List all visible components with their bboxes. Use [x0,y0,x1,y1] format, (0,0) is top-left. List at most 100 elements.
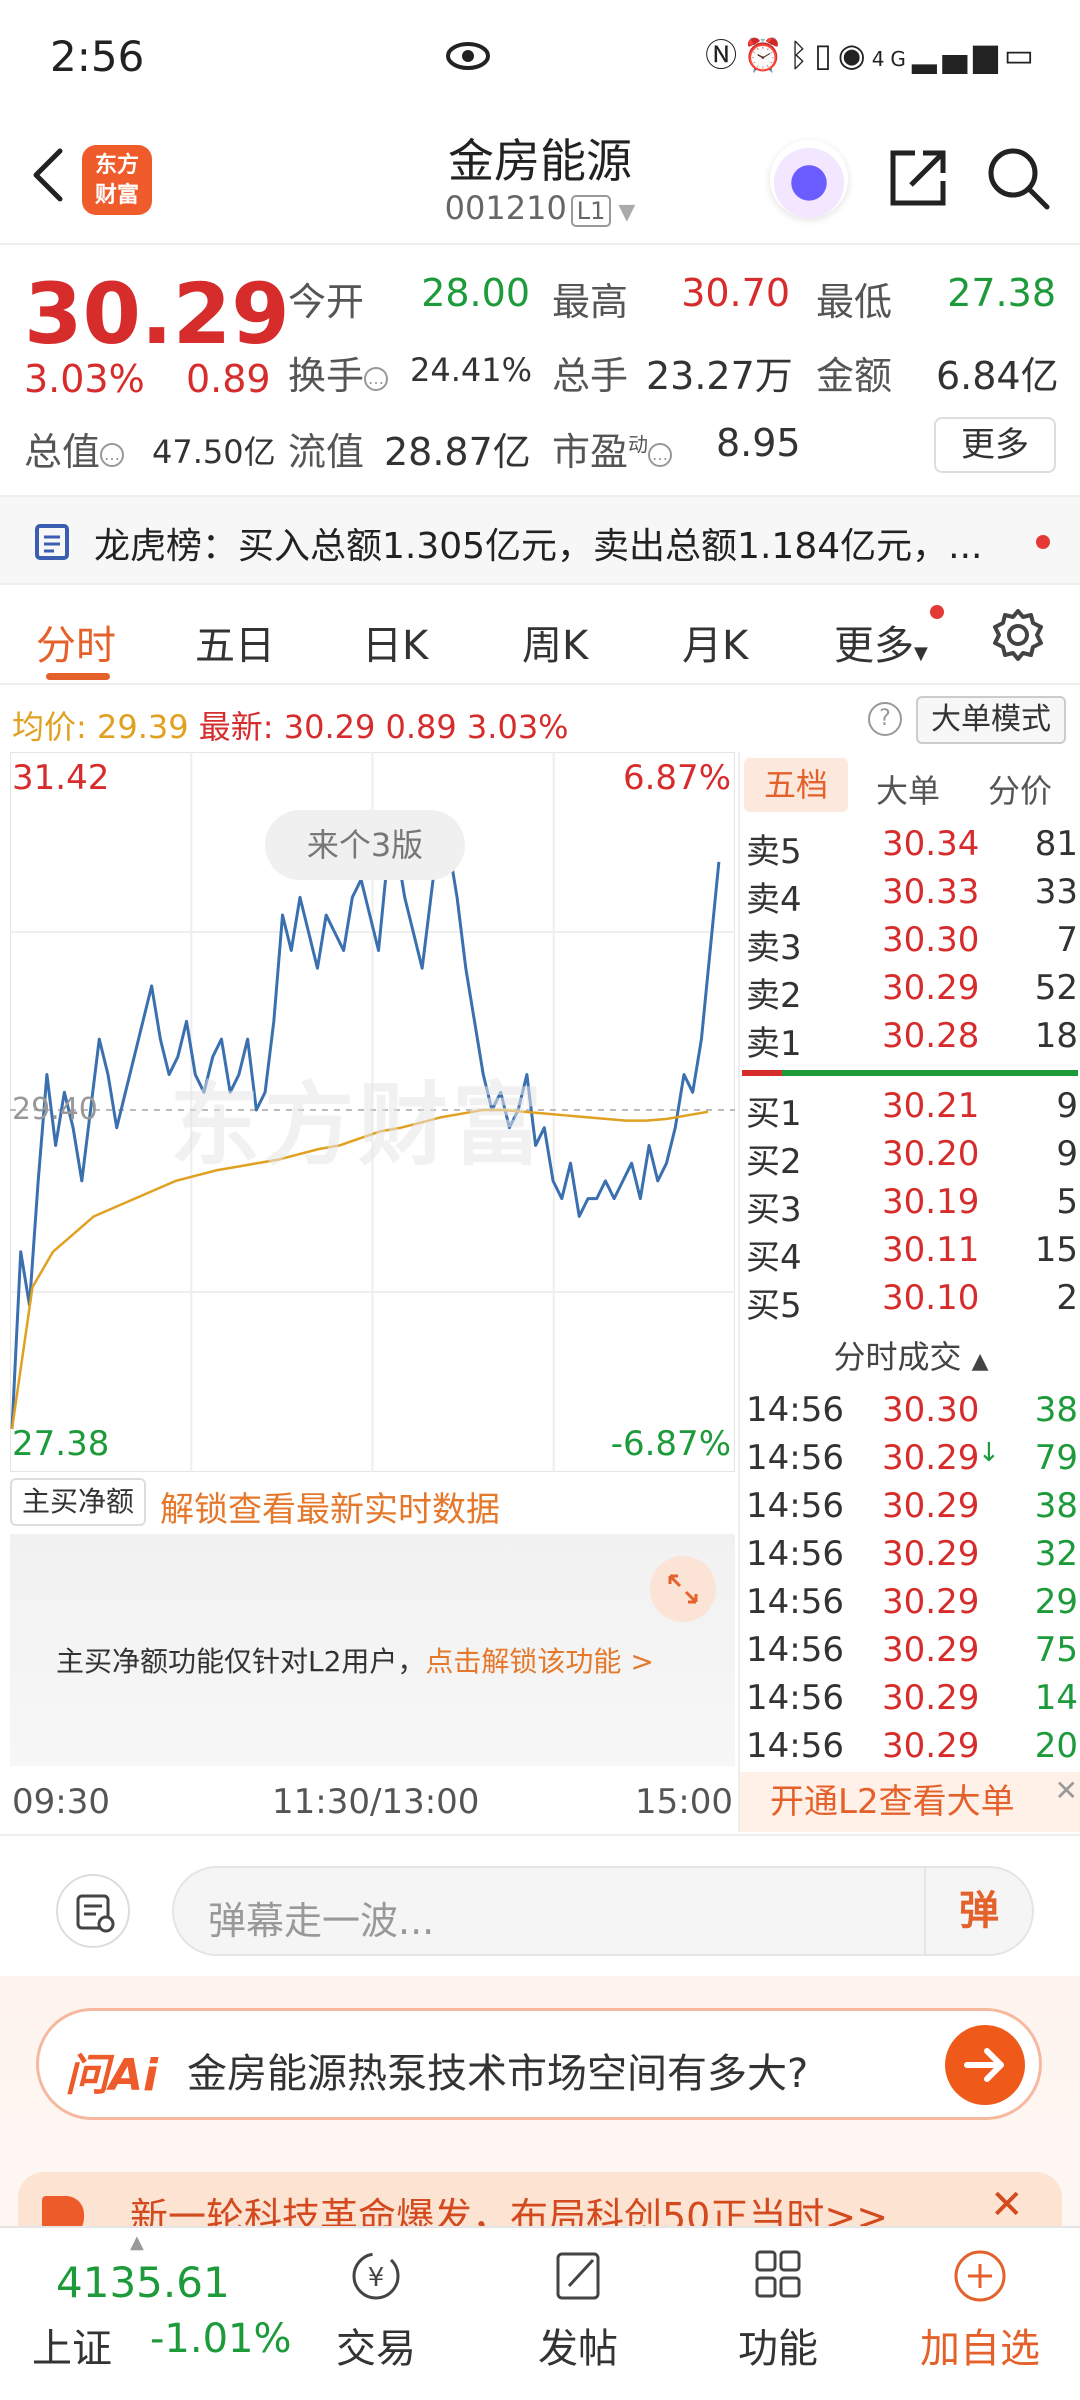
alarm-icon: ⏰ [743,36,789,74]
float-value: 28.87亿 [384,430,531,474]
danmu-bubble: 来个3版 [265,810,465,880]
price-summary: 均价: 29.39 最新: 30.29 0.89 3.03% [12,702,569,748]
l2-notice: 主买净额功能仅针对L2用户，点击解锁该功能 > [56,1645,654,1678]
high-label: 最高 [552,280,629,324]
expand-icon[interactable] [650,1556,716,1622]
tab-five-levels[interactable]: 五档 [744,758,848,812]
open-label: 今开 [288,280,365,324]
nav-trade[interactable]: ¥ 交易 [306,2248,446,2374]
amount-value: 6.84亿 [936,354,1059,398]
bid-level-label: 买3 [746,1190,802,1230]
time-tick-open: 09:30 [12,1782,110,1822]
gear-icon[interactable] [990,607,1046,667]
help-icon[interactable]: ? [868,702,902,736]
dragon-tiger-banner[interactable]: 龙虎榜：买入总额1.305亿元，卖出总额1.184亿元，... [0,495,1080,585]
bid-price: 30.19 [882,1182,980,1222]
tab-five-day[interactable]: 五日 [195,613,275,671]
tab-intraday[interactable]: 分时 [36,613,116,671]
tab-monthly-k[interactable]: 月K [682,613,748,671]
danmu-toggle-button[interactable]: 弹 [924,1868,1032,1954]
nav-add-favorite[interactable]: 加自选 [910,2248,1050,2374]
trade-row: 14:56 30.29 ↓ 79 [740,1438,1080,1486]
tab-weekly-k[interactable]: 周K [522,613,588,671]
ask-row[interactable]: 卖3 30.30 7 [740,920,1080,968]
ai-question-card[interactable]: 问Ai 金房能源热泵技术市场空间有多大? [36,2008,1042,2120]
tab-big-orders[interactable]: 大单 [876,766,940,812]
nav-post[interactable]: 发帖 [508,2248,648,2374]
ad-text: 新一轮科技革命爆发，布局科创50正当时>> [130,2195,889,2226]
l2-upgrade-banner[interactable]: 开通L2查看大单 ✕ [740,1772,1080,1832]
ai-question-text: 金房能源热泵技术市场空间有多大? [187,2051,809,2097]
vibrate-icon: ▯ [814,36,838,74]
ask-volume: 18 [1034,1016,1078,1056]
nav-functions[interactable]: 功能 [708,2248,848,2374]
l2-banner-text: 开通L2查看大单 [770,1782,1015,1822]
ai-robot-icon[interactable] [770,140,848,218]
bid-row[interactable]: 买3 30.19 5 [740,1182,1080,1230]
trades-title[interactable]: 分时成交 ▲ [740,1332,1080,1378]
tab-more[interactable]: 更多▼ [834,613,928,671]
battery-icon: ▭ [1003,36,1040,74]
total-value-label: 总值… [24,421,125,476]
arrow-right-icon[interactable] [945,2025,1025,2105]
tab-price-dist[interactable]: 分价 [988,766,1052,812]
bid-row[interactable]: 买5 30.10 2 [740,1278,1080,1326]
indicator-select[interactable]: 主买净额 ▼ [10,1478,146,1560]
pe-value: 8.95 [716,421,801,465]
danmu-input[interactable]: 弹幕走一波... 弹 [172,1866,1034,1956]
y-max-pct-label: 6.87% [622,758,731,798]
intraday-chart[interactable]: 东方财富 来个3版 31.42 6.87% 29.40 27.38 -6.87% [10,752,735,1472]
ask-price: 30.29 [882,968,980,1008]
float-label: 流值 [288,430,365,474]
trade-price: 30.29 [882,1678,980,1718]
trade-price: 30.29 [882,1630,980,1670]
share-icon[interactable] [885,145,951,215]
ask-price: 30.34 [882,824,980,864]
more-button[interactable]: 更多 [934,417,1056,473]
ask-row[interactable]: 卖2 30.29 52 [740,968,1080,1016]
ask-row[interactable]: 卖5 30.34 81 [740,824,1080,872]
trade-icon: ¥ [352,2252,400,2300]
y-max-label: 31.42 [12,758,110,798]
trade-row: 14:56 30.29 14 [740,1678,1080,1726]
order-book-panel: 五档 大单 分价 卖5 30.34 81 卖4 30.33 33 卖3 30.30 7 卖2 30.… [738,752,1080,1832]
close-icon[interactable]: ✕ [1055,1776,1078,1806]
comment-settings-icon[interactable] [56,1874,130,1948]
volume-value: 23.27万 [646,354,793,398]
unlock-link[interactable]: 解锁查看最新实时数据 [160,1482,500,1531]
search-icon[interactable] [985,145,1051,215]
ask-row[interactable]: 卖4 30.33 33 [740,872,1080,920]
bid-row[interactable]: 买4 30.11 15 [740,1230,1080,1278]
latest-label: 最新: [198,708,274,746]
bid-ask-divider [742,1070,1078,1076]
latest-value: 30.29 [283,708,376,746]
tab-daily-k[interactable]: 日K [362,613,428,671]
low-value: 27.38 [947,271,1056,315]
trade-volume: 29 [1034,1582,1078,1622]
trade-volume: 75 [1034,1630,1078,1670]
eye-icon [444,36,492,80]
level-badge: L1 [570,195,612,227]
order-book-tabs: 五档 大单 分价 [740,752,1080,818]
bid-level-label: 买2 [746,1142,802,1182]
bid-volume: 9 [1056,1134,1078,1174]
trade-price: 30.29 [882,1534,980,1574]
stock-code: 001210 [444,189,567,227]
avg-value: 29.39 [96,708,189,746]
bid-level-label: 买5 [746,1286,802,1326]
trade-row: 14:56 30.29 75 [740,1630,1080,1678]
ad-banner[interactable]: 新一轮科技革命爆发，布局科创50正当时>> ✕ [0,2142,1080,2226]
unlock-feature-link[interactable]: 点击解锁该功能 > [425,1645,653,1678]
bid-row[interactable]: 买2 30.20 9 [740,1134,1080,1182]
trade-row: 14:56 30.30 38 [740,1390,1080,1438]
big-order-mode-button[interactable]: 大单模式 [916,696,1066,744]
open-value: 28.00 [421,271,530,315]
ask-row[interactable]: 卖1 30.28 18 [740,1016,1080,1064]
ai-question-section: 问Ai 金房能源热泵技术市场空间有多大? [0,1976,1080,2142]
close-icon[interactable]: ✕ [990,2182,1024,2226]
trade-volume: 79 [1034,1438,1078,1478]
ask-volume: 7 [1056,920,1078,960]
bid-row[interactable]: 买1 30.21 9 [740,1086,1080,1134]
dragon-tiger-text: 龙虎榜：买入总额1.305亿元，卖出总额1.184亿元，... [94,526,983,567]
ai-logo: 问Ai [65,2050,159,2101]
